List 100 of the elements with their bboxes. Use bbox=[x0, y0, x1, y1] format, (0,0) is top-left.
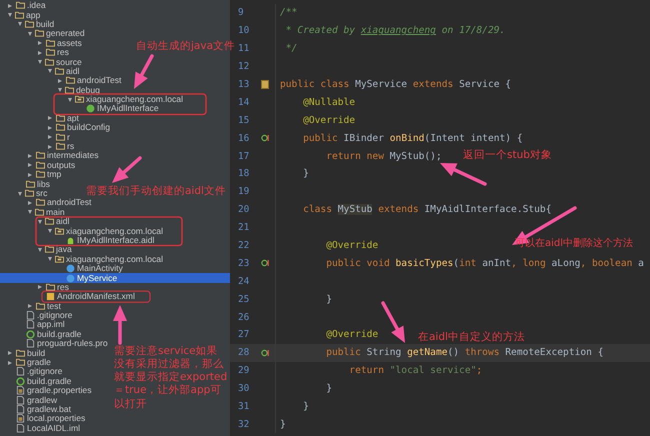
tree-item-label: build.gradle bbox=[27, 378, 72, 385]
tree-item[interactable]: IMyAidlInterface.aidl bbox=[0, 236, 154, 246]
collapsed-arrow-icon[interactable] bbox=[38, 41, 42, 46]
expanded-arrow-icon[interactable] bbox=[48, 229, 52, 234]
tree-item[interactable]: .gitignore bbox=[0, 367, 62, 377]
override-gutter-icon[interactable] bbox=[261, 134, 269, 142]
tree-item-label: MainActivity bbox=[77, 265, 123, 272]
collapsed-arrow-icon[interactable] bbox=[28, 172, 32, 177]
tree-item[interactable]: buildConfig bbox=[0, 123, 110, 132]
tree-item[interactable]: build.gradle bbox=[0, 330, 82, 340]
tree-item[interactable]: xiaguangcheng.com.local bbox=[0, 226, 163, 236]
tree-item[interactable]: tmp bbox=[0, 170, 62, 180]
code-line: return "local service"; bbox=[348, 365, 482, 376]
expanded-arrow-icon[interactable] bbox=[8, 13, 12, 18]
expanded-arrow-icon[interactable] bbox=[38, 220, 42, 224]
collapsed-arrow-icon[interactable] bbox=[48, 116, 52, 120]
tree-item[interactable]: debug bbox=[0, 86, 100, 95]
tree-item[interactable]: source bbox=[0, 57, 82, 67]
tree-item-label: gradlew.bat bbox=[27, 406, 71, 413]
annotation-text: 在aidl中自定义的方法 bbox=[418, 331, 525, 344]
override-gutter-icon[interactable] bbox=[261, 348, 269, 357]
tree-item[interactable]: r bbox=[0, 132, 70, 142]
tree-item[interactable]: MainActivity bbox=[0, 264, 123, 274]
tree-item[interactable]: java bbox=[0, 245, 72, 255]
interface-icon bbox=[86, 104, 95, 114]
line-number: 14 bbox=[237, 96, 250, 108]
tree-item[interactable]: MyService bbox=[0, 273, 230, 283]
expanded-arrow-icon[interactable] bbox=[48, 257, 52, 262]
tree-item[interactable]: libs bbox=[0, 179, 50, 189]
expanded-arrow-icon[interactable] bbox=[38, 248, 42, 252]
expanded-arrow-icon[interactable] bbox=[48, 69, 52, 74]
tree-item[interactable]: gradlew.bat bbox=[0, 404, 71, 414]
manifest-file-icon bbox=[46, 292, 55, 302]
line-number: 31 bbox=[237, 401, 250, 412]
tree-item[interactable]: app.iml bbox=[0, 320, 65, 330]
line-number: 18 bbox=[237, 168, 250, 180]
tree-item-label: src bbox=[36, 190, 48, 197]
tree-item[interactable]: androidTest bbox=[0, 76, 122, 86]
tree-item[interactable]: rs bbox=[0, 142, 74, 152]
tree-item[interactable]: src bbox=[0, 188, 48, 198]
expanded-arrow-icon[interactable] bbox=[28, 210, 32, 214]
tree-item-label: source bbox=[56, 58, 82, 66]
tree-item[interactable]: LocalAIDL.iml bbox=[0, 424, 80, 433]
tree-item[interactable]: IMyAidlInterface bbox=[0, 104, 159, 114]
collapsed-arrow-icon[interactable] bbox=[8, 4, 12, 8]
collapsed-arrow-icon[interactable] bbox=[58, 78, 62, 83]
collapsed-arrow-icon[interactable] bbox=[28, 304, 32, 308]
expanded-arrow-icon[interactable] bbox=[18, 22, 22, 26]
properties-file-icon bbox=[16, 386, 25, 396]
tree-item[interactable]: generated bbox=[0, 29, 85, 39]
line-number: 29 bbox=[237, 365, 250, 376]
tree-item[interactable]: test bbox=[0, 302, 61, 311]
tree-item[interactable]: build bbox=[0, 348, 46, 358]
expanded-arrow-icon[interactable] bbox=[18, 192, 22, 196]
tree-item[interactable]: gradle.properties bbox=[0, 386, 92, 396]
collapsed-arrow-icon[interactable] bbox=[8, 351, 12, 356]
override-gutter-icon[interactable] bbox=[261, 259, 269, 268]
tree-item[interactable]: gradle bbox=[0, 358, 51, 368]
tree-item[interactable]: build bbox=[0, 20, 54, 30]
tree-item[interactable]: build.gradle bbox=[0, 376, 72, 386]
tree-item[interactable]: local.properties bbox=[0, 414, 86, 424]
tree-item[interactable]: .idea bbox=[0, 1, 46, 10]
tree-item[interactable]: AndroidManifest.xml bbox=[0, 292, 135, 302]
expanded-arrow-icon[interactable] bbox=[58, 88, 62, 92]
tree-item[interactable]: main bbox=[0, 208, 65, 217]
tree-item[interactable]: intermediates bbox=[0, 151, 99, 161]
collapsed-arrow-icon[interactable] bbox=[38, 285, 42, 290]
line-number: 9 bbox=[237, 7, 245, 18]
tree-item[interactable]: gradlew bbox=[0, 395, 58, 405]
tree-item[interactable]: assets bbox=[0, 38, 82, 48]
line-number: 23 bbox=[237, 258, 250, 269]
tree-item[interactable]: xiaguangcheng.com.local bbox=[0, 94, 183, 104]
tree-item[interactable]: androidTest bbox=[0, 198, 92, 208]
tree-item[interactable]: res bbox=[0, 48, 69, 58]
code-line: @Nullable bbox=[302, 96, 356, 108]
collapsed-arrow-icon[interactable] bbox=[48, 135, 52, 140]
tree-item-label: intermediates bbox=[47, 152, 99, 160]
collapsed-arrow-icon[interactable] bbox=[48, 144, 52, 149]
tree-item[interactable]: xiaguangcheng.com.local bbox=[0, 254, 163, 264]
tree-item[interactable]: aidl bbox=[0, 216, 70, 226]
collapsed-arrow-icon[interactable] bbox=[28, 200, 32, 205]
collapsed-arrow-icon[interactable] bbox=[38, 50, 42, 55]
tree-item-label: apt bbox=[67, 114, 79, 122]
tree-item[interactable]: .gitignore bbox=[0, 310, 72, 320]
tree-item[interactable]: proguard-rules.pro bbox=[0, 339, 108, 348]
tree-item-label: tmp bbox=[47, 171, 62, 178]
collapsed-arrow-icon[interactable] bbox=[28, 163, 32, 168]
tree-item[interactable]: app bbox=[0, 10, 40, 20]
expanded-arrow-icon[interactable] bbox=[38, 60, 42, 64]
line-number: 19 bbox=[237, 186, 250, 198]
tree-item-label: app bbox=[26, 12, 40, 19]
expanded-arrow-icon[interactable] bbox=[68, 98, 72, 102]
tree-item[interactable]: aidl bbox=[0, 66, 80, 76]
expanded-arrow-icon[interactable] bbox=[28, 32, 32, 36]
tree-item[interactable]: outputs bbox=[0, 160, 76, 170]
collapsed-arrow-icon[interactable] bbox=[8, 360, 12, 365]
tree-item[interactable]: apt bbox=[0, 114, 79, 124]
tree-item[interactable]: res bbox=[0, 282, 69, 292]
collapsed-arrow-icon[interactable] bbox=[48, 126, 52, 130]
collapsed-arrow-icon[interactable] bbox=[28, 154, 32, 158]
